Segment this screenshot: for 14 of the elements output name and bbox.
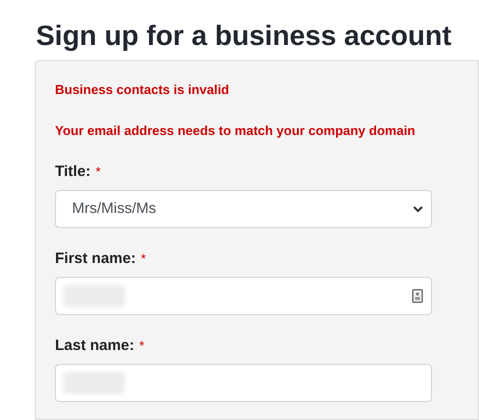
field-label: Title: <box>55 163 91 181</box>
contact-card-icon <box>412 289 423 303</box>
error-message: Business contacts is invalid <box>55 82 230 98</box>
title-select[interactable]: Mrs/Miss/Ms <box>55 190 432 228</box>
text-input[interactable] <box>55 364 432 402</box>
required-mark: * <box>140 250 146 268</box>
required-mark: * <box>139 337 144 355</box>
text-input[interactable] <box>55 277 432 315</box>
field-label: Last name: <box>55 337 134 355</box>
page-heading: Sign up for a business account <box>36 19 452 53</box>
required-mark: * <box>96 163 101 181</box>
chevron-down-icon <box>413 206 423 212</box>
field-label: First name: <box>55 250 136 268</box>
error-message: Your email address needs to match your company domain <box>55 123 416 139</box>
